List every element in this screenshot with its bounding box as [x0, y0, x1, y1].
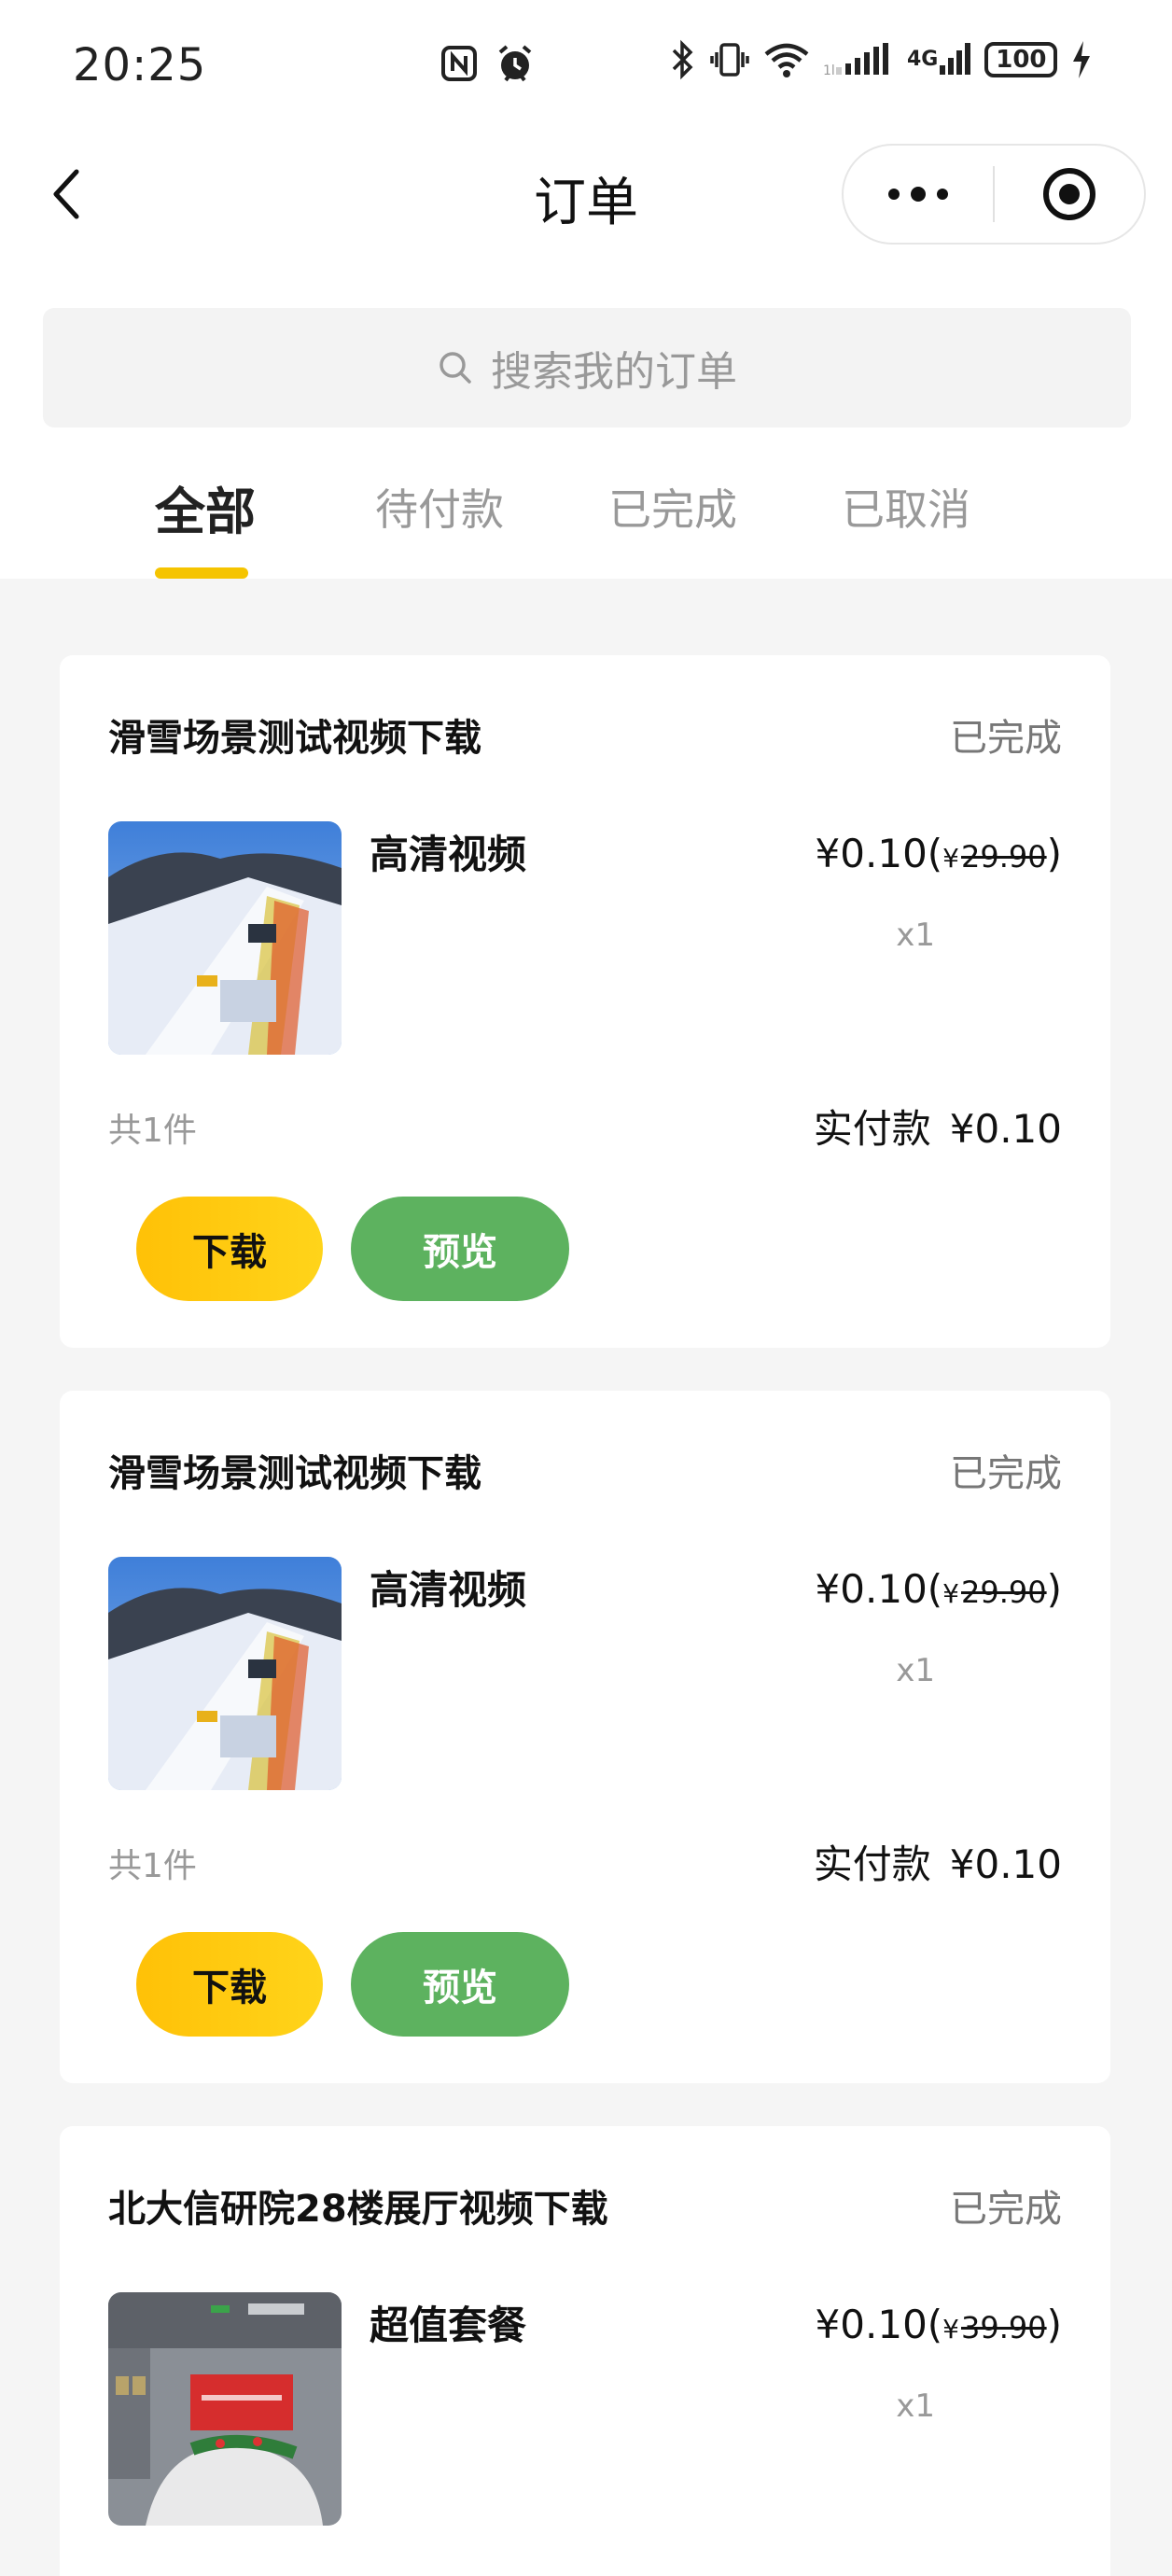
original-price: 29.90	[961, 1575, 1047, 1610]
price-close: )	[1046, 2302, 1062, 2347]
order-status: 已完成	[950, 2188, 1062, 2231]
order-status: 已完成	[950, 717, 1062, 760]
close-mini-program-button[interactable]	[995, 146, 1144, 243]
tab-pending-payment[interactable]: 待付款	[375, 476, 504, 538]
item-price: ¥0.10( ¥ 29.90 )	[816, 1566, 1062, 1612]
status-time: 20:25	[73, 39, 207, 91]
paid-value: ¥0.10	[949, 1106, 1062, 1152]
item-price: ¥0.10( ¥ 29.90 )	[816, 831, 1062, 876]
active-tab-indicator	[155, 567, 248, 579]
original-price: 29.90	[961, 839, 1047, 875]
nfc-icon	[440, 45, 478, 82]
tab-completed[interactable]: 已完成	[608, 476, 737, 538]
signal-icon: 1l	[823, 41, 894, 78]
signal-4g-icon: 4G	[907, 41, 971, 78]
item-name: 高清视频	[370, 832, 527, 877]
original-price: 39.90	[961, 2310, 1047, 2345]
item-price: ¥0.10( ¥ 39.90 )	[816, 2302, 1062, 2347]
tab-all[interactable]: 全部	[155, 470, 256, 544]
status-bar: 20:25 1l 4G 100	[0, 0, 1172, 135]
item-quantity: x1	[896, 2387, 935, 2425]
paid-amount: 实付款 ¥0.10	[814, 1098, 1062, 1155]
order-status: 已完成	[950, 1452, 1062, 1495]
product-thumbnail[interactable]	[108, 1557, 342, 1790]
paid-label: 实付款	[813, 1106, 931, 1152]
order-card: 北大信研院28楼展厅视频下载 已完成 超值套餐 ¥0.10( ¥ 39.90 )…	[60, 2126, 1110, 2576]
more-button[interactable]	[844, 146, 993, 243]
product-thumbnail[interactable]	[108, 821, 342, 1055]
search-input[interactable]: 搜索我的订单	[43, 308, 1131, 427]
item-name: 高清视频	[370, 1567, 527, 1613]
order-tabs: 全部 待付款 已完成 已取消	[0, 467, 1172, 579]
original-price-currency: ¥	[942, 2314, 959, 2345]
alarm-icon	[495, 43, 536, 84]
charging-icon	[1070, 39, 1093, 80]
status-icons-left	[440, 43, 536, 84]
exhibition-hall-image	[108, 2292, 342, 2526]
mini-program-capsule	[842, 144, 1146, 245]
original-price-currency: ¥	[942, 1578, 959, 1609]
product-thumbnail[interactable]	[108, 2292, 342, 2526]
item-count: 共1件	[108, 1112, 197, 1150]
order-title: 滑雪场景测试视频下载	[108, 717, 481, 760]
bluetooth-icon	[668, 39, 696, 80]
search-icon	[440, 352, 471, 384]
order-title: 滑雪场景测试视频下载	[108, 1452, 481, 1495]
item-count: 共1件	[108, 1847, 197, 1885]
order-card: 滑雪场景测试视频下载 已完成 高清视频 ¥0.10( ¥ 29.90 ) x1 …	[60, 1391, 1110, 2083]
order-title: 北大信研院28楼展厅视频下载	[108, 2188, 608, 2231]
download-button[interactable]: 下载	[136, 1197, 323, 1301]
network-type: 4G	[907, 48, 939, 71]
price-open: ¥0.10(	[815, 831, 943, 876]
paid-value: ¥0.10	[949, 1841, 1062, 1887]
item-name: 超值套餐	[370, 2303, 527, 2348]
price-open: ¥0.10(	[815, 1566, 943, 1612]
vibrate-icon	[709, 39, 750, 80]
order-card: 滑雪场景测试视频下载 已完成 高清视频 ¥0.10( ¥ 29.90 ) x1 …	[60, 655, 1110, 1348]
tab-cancelled[interactable]: 已取消	[842, 476, 970, 538]
original-price-currency: ¥	[942, 843, 959, 874]
search-placeholder: 搜索我的订单	[491, 348, 737, 396]
ski-slope-image	[108, 1557, 342, 1790]
price-close: )	[1046, 1566, 1062, 1612]
preview-button[interactable]: 预览	[351, 1197, 569, 1301]
status-icons-right: 1l 4G 100	[668, 39, 1093, 80]
download-button[interactable]: 下载	[136, 1932, 323, 2037]
ski-slope-image	[108, 821, 342, 1055]
wifi-icon	[763, 41, 810, 78]
battery-icon: 100	[984, 42, 1058, 77]
paid-amount: 实付款 ¥0.10	[814, 1833, 1062, 1890]
svg-text:1l: 1l	[823, 63, 835, 78]
paid-label: 实付款	[813, 1841, 931, 1887]
item-quantity: x1	[896, 1652, 935, 1689]
price-close: )	[1046, 831, 1062, 876]
item-quantity: x1	[896, 917, 935, 954]
target-close-icon	[1043, 168, 1095, 220]
more-dots-icon	[888, 187, 948, 202]
price-open: ¥0.10(	[815, 2302, 943, 2347]
preview-button[interactable]: 预览	[351, 1932, 569, 2037]
battery-level: 100	[996, 46, 1047, 74]
